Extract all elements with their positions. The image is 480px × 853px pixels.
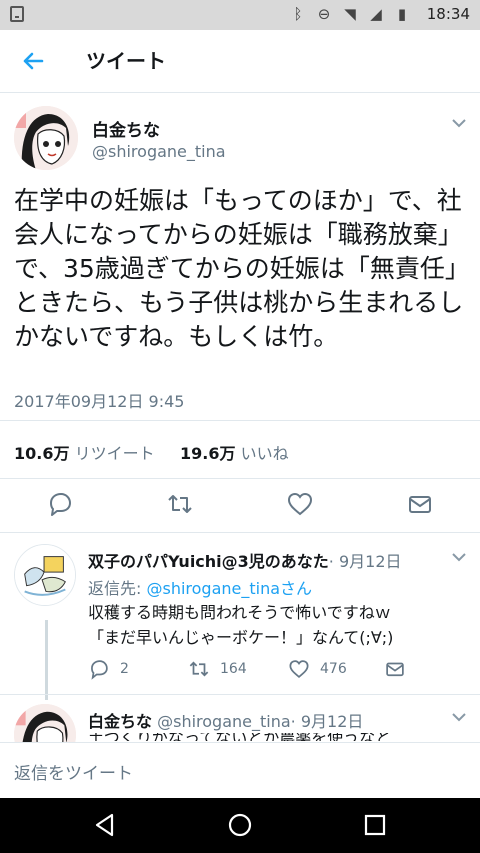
back-arrow-icon[interactable] <box>18 46 48 76</box>
reply-like-count: 476 <box>320 661 347 677</box>
status-icons: ᛒ ⊖ ◥ ◢ ▮ <box>290 6 410 22</box>
reply-actions: 2 164 476 <box>88 658 468 682</box>
reply-to: 返信先: @shirogane_tinaさん <box>88 575 312 599</box>
retweet-count[interactable]: 10.6万 <box>14 444 69 463</box>
nav-recents-icon[interactable] <box>362 812 388 838</box>
reply-text: 収穫する時期も問われそうで怖いですねｗ 「まだ早いんじゃーボケー！」なんて(;∀… <box>88 600 468 650</box>
tweet-timestamp: 2017年09月12日 9:45 <box>14 392 185 411</box>
divider <box>0 694 480 695</box>
divider <box>0 478 480 479</box>
next-reply-header: 白金ちな @shirogane_tina· 9月12日 <box>88 708 363 732</box>
like-count[interactable]: 19.6万 <box>180 444 235 463</box>
reply-retweet-count: 164 <box>220 661 247 677</box>
tweet-author-handle[interactable]: @shirogane_tina <box>92 142 226 161</box>
reply-count: 2 <box>120 661 129 677</box>
next-reply-date: · 9月12日 <box>290 712 364 731</box>
signal-icon: ◢ <box>370 5 382 23</box>
chevron-down-icon[interactable] <box>452 118 466 128</box>
tweet-actions <box>0 486 480 526</box>
reply-to-prefix: 返信先: <box>88 579 147 598</box>
avatar[interactable] <box>14 544 76 606</box>
share-mail-icon[interactable] <box>406 490 434 518</box>
heart-icon <box>289 660 309 678</box>
tweet-author-name[interactable]: 白金ちな <box>92 116 160 141</box>
tweet-stats: 10.6万 リツイート 19.6万 いいね <box>14 440 289 464</box>
chevron-down-icon[interactable] <box>452 552 466 562</box>
reply-icon[interactable] <box>46 490 74 518</box>
retweet-icon[interactable] <box>166 490 194 518</box>
reply-reply-action[interactable]: 2 <box>88 658 129 680</box>
page-title: ツイート <box>86 49 166 73</box>
bluetooth-icon: ᛒ <box>293 5 303 23</box>
reply-share-action[interactable] <box>384 658 406 680</box>
reply-to-handle-link[interactable]: @shirogane_tinaさん <box>146 579 312 598</box>
battery-icon: ▮ <box>397 5 407 23</box>
retweet-icon <box>189 661 209 677</box>
reply-composer[interactable]: 返信をツイート <box>0 742 480 799</box>
divider <box>0 420 480 421</box>
reply-header: 双子のパパYuichi@3児のあなた· 9月12日 <box>88 548 402 572</box>
system-nav-bar <box>0 798 480 853</box>
avatar[interactable] <box>14 106 78 170</box>
download-icon <box>10 6 24 22</box>
status-time: 18:34 <box>426 5 470 23</box>
next-reply-handle[interactable]: @shirogane_tina <box>157 712 291 731</box>
reply-text-line: 収穫する時期も問われそうで怖いですねｗ <box>88 603 391 622</box>
reply-text-line: 「まだ早いんじゃーボケー！」なんて(;∀;) <box>88 628 394 647</box>
wifi-icon: ◥ <box>344 5 356 23</box>
next-reply-text: 土づくりがなってないとか農薬を使うなと <box>88 733 468 741</box>
reply-icon <box>91 660 108 680</box>
do-not-disturb-icon: ⊖ <box>317 5 331 23</box>
reply-author-name[interactable]: 双子のパパYuichi@3児のあなた <box>88 552 329 571</box>
chevron-down-icon[interactable] <box>452 712 466 722</box>
nav-back-icon[interactable] <box>92 812 118 838</box>
next-reply-text-partial: 土づくりがなってないとか農薬を使うなと <box>88 733 391 741</box>
tweet-text: 在学中の妊娠は「もってのほか」で、社会人になってからの妊娠は「職務放棄」で、35… <box>14 186 470 351</box>
nav-home-icon[interactable] <box>227 812 253 838</box>
retweet-label[interactable]: リツイート <box>75 444 155 463</box>
app-bar: ツイート <box>0 30 480 93</box>
share-mail-icon <box>386 662 404 677</box>
divider <box>0 532 480 533</box>
reply-like-action[interactable]: 476 <box>288 658 347 680</box>
thread-line <box>45 620 48 700</box>
reply-input-placeholder[interactable]: 返信をツイート <box>14 759 133 784</box>
like-label[interactable]: いいね <box>241 444 289 463</box>
next-reply-author-name[interactable]: 白金ちな <box>88 712 152 731</box>
heart-icon[interactable] <box>286 490 314 518</box>
reply-retweet-action[interactable]: 164 <box>188 658 247 680</box>
reply-date: · 9月12日 <box>328 552 402 571</box>
status-bar: ᛒ ⊖ ◥ ◢ ▮ 18:34 <box>0 0 480 30</box>
